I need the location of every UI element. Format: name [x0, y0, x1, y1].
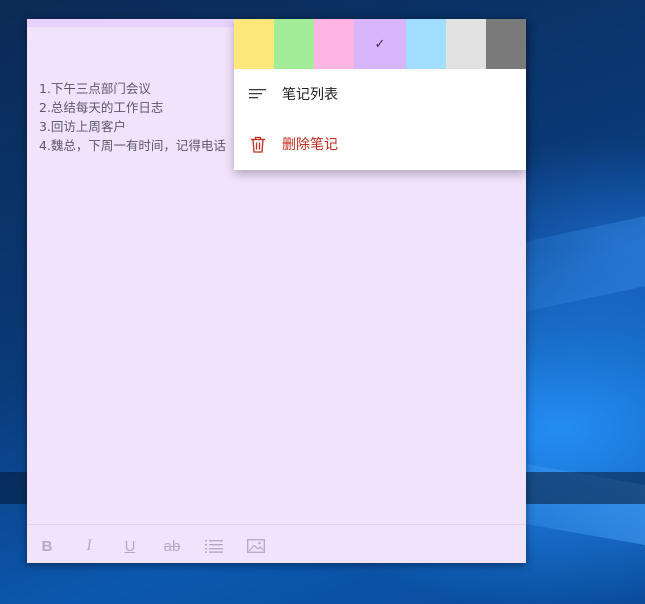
color-swatch-pink[interactable] — [314, 19, 355, 69]
notes-list-label: 笔记列表 — [282, 87, 338, 103]
color-swatch-row: ✓ — [234, 19, 526, 69]
checkmark-icon: ✓ — [374, 36, 386, 52]
color-swatch-gray[interactable] — [445, 19, 486, 69]
underline-button[interactable]: U — [118, 535, 142, 557]
trash-icon — [234, 136, 282, 153]
strikethrough-button[interactable]: ab — [160, 535, 184, 557]
color-swatch-purple[interactable]: ✓ — [354, 19, 406, 69]
notes-list-icon — [234, 87, 282, 101]
delete-note-label: 删除笔记 — [282, 137, 338, 153]
delete-note-menu-item[interactable]: 删除笔记 — [234, 119, 526, 169]
color-swatch-yellow[interactable] — [234, 19, 275, 69]
formatting-toolbar: B I U ab — [27, 524, 526, 564]
bullet-list-button[interactable] — [202, 535, 226, 557]
bold-button[interactable]: B — [35, 535, 59, 557]
note-options-menu: ✓ 笔记列表 删除笔记 — [234, 19, 526, 170]
insert-image-button[interactable] — [244, 535, 268, 557]
bold-icon: B — [41, 537, 53, 555]
image-icon — [247, 539, 265, 553]
color-swatch-charcoal[interactable] — [485, 19, 526, 69]
bullet-list-icon — [205, 540, 223, 553]
italic-button[interactable]: I — [77, 535, 101, 557]
italic-icon: I — [86, 537, 92, 554]
color-swatch-green[interactable] — [274, 19, 315, 69]
color-swatch-blue[interactable] — [405, 19, 446, 69]
underline-icon: U — [124, 537, 136, 555]
notes-list-menu-item[interactable]: 笔记列表 — [234, 69, 526, 119]
strikethrough-icon: ab — [163, 537, 181, 555]
